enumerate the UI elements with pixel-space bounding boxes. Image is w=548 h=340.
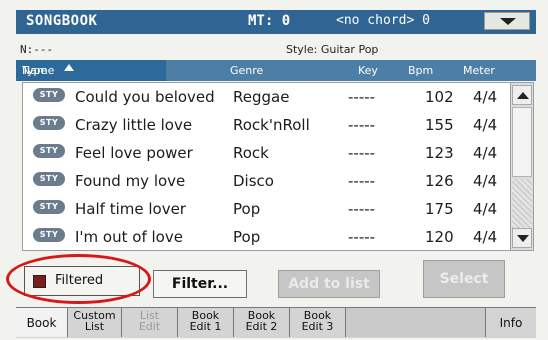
tab-empty-label [346, 308, 485, 310]
tab-list-edit-line2: Edit [138, 320, 161, 333]
tab-book-edit-1[interactable]: Book Edit 1 [178, 308, 234, 337]
song-key: ----- [348, 172, 376, 190]
tab-book-edit-1-line2: Edit 1 [189, 320, 222, 333]
sty-badge: STY [33, 144, 65, 158]
list-item[interactable]: STY Crazy little love Rock'nRoll ----- 1… [23, 111, 511, 139]
song-genre: Pop [233, 228, 261, 246]
song-key: ----- [348, 200, 376, 218]
tab-book-label: Book [26, 316, 57, 330]
style-label: Style: Guitar Pop [286, 43, 379, 56]
songbook-screen: SONGBOOK MT: 0 <no chord> 0 N:--- Style:… [0, 0, 548, 340]
column-bpm[interactable]: Bpm [408, 64, 433, 77]
song-name: Half time lover [75, 200, 186, 218]
song-key: ----- [348, 116, 376, 134]
list-item[interactable]: STY Found my love Disco ----- 126 4/4 [23, 167, 511, 195]
song-key: ----- [348, 228, 376, 246]
tab-book[interactable]: Book [16, 308, 68, 337]
tab-custom-list-line2: List [84, 320, 105, 333]
scroll-thumb[interactable] [512, 107, 532, 177]
song-name: I'm out of love [75, 228, 183, 246]
sty-badge: STY [33, 172, 65, 186]
list-scrollbar[interactable] [510, 82, 534, 251]
song-bpm: 120 [425, 228, 454, 246]
song-meter: 4/4 [473, 200, 498, 218]
sort-ascending-icon [64, 64, 74, 71]
list-item[interactable]: STY Feel love power Rock ----- 123 4/4 [23, 139, 511, 167]
song-genre: Rock'nRoll [233, 116, 310, 134]
list-item[interactable]: STY Half time lover Pop ----- 175 4/4 [23, 195, 511, 223]
song-bpm: 175 [425, 200, 454, 218]
song-genre: Disco [233, 172, 274, 190]
filter-button[interactable]: Filter... [153, 270, 247, 298]
song-meter: 4/4 [473, 172, 498, 190]
column-name[interactable]: Name [16, 60, 166, 81]
song-name: Feel love power [75, 144, 193, 162]
scroll-down-icon[interactable] [512, 228, 532, 248]
song-name: Crazy little love [75, 116, 193, 134]
tab-book-edit-3-line2: Edit 3 [301, 320, 334, 333]
song-bpm: 102 [425, 88, 454, 106]
song-name: Could you beloved [75, 88, 215, 106]
song-key: ----- [348, 88, 376, 106]
column-genre[interactable]: Genre [230, 64, 263, 77]
tab-book-edit-2-line2: Edit 2 [245, 320, 278, 333]
dropdown-arrow-icon [500, 18, 516, 25]
tab-book-edit-3[interactable]: Book Edit 3 [290, 308, 346, 337]
tab-info[interactable]: Info [486, 308, 536, 337]
tab-bar: Book Custom List List Edit Book Edit 1 B… [16, 307, 536, 338]
song-name: Found my love [75, 172, 186, 190]
column-name-label: Name [22, 64, 55, 77]
page-menu-button[interactable] [484, 12, 530, 30]
song-meter: 4/4 [473, 88, 498, 106]
song-genre: Reggae [233, 88, 290, 106]
sty-badge: STY [33, 228, 65, 242]
page-title: SONGBOOK [26, 13, 98, 29]
tab-book-edit-2[interactable]: Book Edit 2 [234, 308, 290, 337]
chord-readout: <no chord> 0 [336, 13, 430, 28]
song-bpm: 126 [425, 172, 454, 190]
song-number: N:--- [20, 43, 54, 56]
song-meter: 4/4 [473, 144, 498, 162]
tab-info-label: Info [499, 316, 523, 330]
list-item[interactable]: STY Could you beloved Reggae ----- 102 4… [23, 83, 511, 111]
sty-badge: STY [33, 116, 65, 130]
song-bpm: 123 [425, 144, 454, 162]
tab-custom-list[interactable]: Custom List [68, 308, 122, 337]
select-button[interactable]: Select [423, 260, 505, 298]
song-genre: Rock [233, 144, 269, 162]
annotation-highlight-ring [6, 254, 151, 304]
list-item[interactable]: STY I'm out of love Pop ----- 120 4/4 [23, 223, 511, 251]
song-bpm: 155 [425, 116, 454, 134]
scroll-track[interactable] [512, 179, 532, 228]
column-header: Type Name Genre Key Bpm Meter [16, 60, 536, 81]
mt-readout: MT: 0 [248, 13, 291, 29]
song-genre: Pop [233, 200, 261, 218]
info-row: N:--- Style: Guitar Pop [16, 40, 536, 58]
song-key: ----- [348, 144, 376, 162]
tab-empty [346, 308, 486, 337]
add-to-list-button[interactable]: Add to list [278, 270, 380, 298]
column-meter[interactable]: Meter [463, 64, 495, 77]
column-key[interactable]: Key [358, 64, 378, 77]
song-list[interactable]: STY Could you beloved Reggae ----- 102 4… [22, 82, 512, 251]
song-meter: 4/4 [473, 228, 498, 246]
scroll-up-icon[interactable] [512, 85, 532, 105]
sty-badge: STY [33, 200, 65, 214]
header-bar: SONGBOOK MT: 0 <no chord> 0 [16, 10, 536, 34]
sty-badge: STY [33, 88, 65, 102]
song-meter: 4/4 [473, 116, 498, 134]
tab-list-edit[interactable]: List Edit [122, 308, 178, 337]
